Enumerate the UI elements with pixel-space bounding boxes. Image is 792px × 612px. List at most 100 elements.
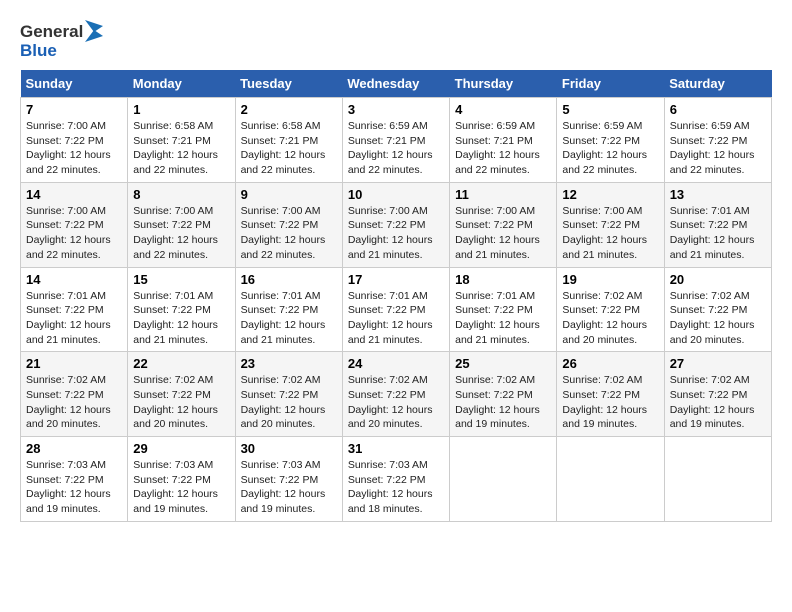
day-number: 31 <box>348 441 444 456</box>
calendar-cell: 14Sunrise: 7:01 AM Sunset: 7:22 PM Dayli… <box>21 267 128 352</box>
logo-bird-icon <box>85 20 103 42</box>
calendar-cell: 2 Sunrise: 6:58 AM Sunset: 7:21 PM Daylig… <box>235 98 342 183</box>
day-info: Sunrise: 7:01 AM Sunset: 7:22 PM Dayligh… <box>455 289 551 348</box>
calendar-cell: 18 Sunrise: 7:01 AM Sunset: 7:22 PM Dayli… <box>450 267 557 352</box>
calendar-cell: 12Sunrise: 7:00 AM Sunset: 7:22 PM Dayli… <box>557 182 664 267</box>
calendar-table: SundayMondayTuesdayWednesdayThursdayFrid… <box>20 70 772 522</box>
day-number: 27 <box>670 356 766 371</box>
calendar-cell: 26Sunrise: 7:02 AM Sunset: 7:22 PM Dayli… <box>557 352 664 437</box>
day-info: Sunrise: 7:03 AM Sunset: 7:22 PM Dayligh… <box>26 458 122 517</box>
day-info: Sunrise: 7:03 AM Sunset: 7:22 PM Dayligh… <box>241 458 337 517</box>
calendar-cell: 28Sunrise: 7:03 AM Sunset: 7:22 PM Dayli… <box>21 437 128 522</box>
calendar-cell: 19 Sunrise: 7:02 AM Sunset: 7:22 PM Dayli… <box>557 267 664 352</box>
day-info: Sunrise: 7:02 AM Sunset: 7:22 PM Dayligh… <box>241 373 337 432</box>
day-number: 11 <box>455 187 551 202</box>
day-number: 16 <box>241 272 337 287</box>
day-number: 14 <box>26 272 122 287</box>
calendar-cell: 22 Sunrise: 7:02 AM Sunset: 7:22 PM Dayli… <box>128 352 235 437</box>
day-number: 21 <box>26 356 122 371</box>
day-number: 7 <box>26 102 122 117</box>
day-number: 1 <box>133 102 229 117</box>
header-friday: Friday <box>557 70 664 98</box>
calendar-cell: 5 Sunrise: 6:59 AM Sunset: 7:22 PM Daylig… <box>557 98 664 183</box>
calendar-week-row: 21 Sunrise: 7:02 AM Sunset: 7:22 PM Dayli… <box>21 352 772 437</box>
logo-wordmark: General Blue <box>20 20 103 60</box>
calendar-cell: 17Sunrise: 7:01 AM Sunset: 7:22 PM Dayli… <box>342 267 449 352</box>
day-info: Sunrise: 7:01 AM Sunset: 7:22 PM Dayligh… <box>348 289 444 348</box>
calendar-cell: 25 Sunrise: 7:02 AM Sunset: 7:22 PM Dayli… <box>450 352 557 437</box>
day-number: 4 <box>455 102 551 117</box>
day-info: Sunrise: 7:00 AM Sunset: 7:22 PM Dayligh… <box>562 204 658 263</box>
calendar-cell: 20Sunrise: 7:02 AM Sunset: 7:22 PM Dayli… <box>664 267 771 352</box>
calendar-cell: 8 Sunrise: 7:00 AM Sunset: 7:22 PM Daylig… <box>128 182 235 267</box>
day-info: Sunrise: 6:59 AM Sunset: 7:21 PM Dayligh… <box>348 119 444 178</box>
calendar-week-row: 28Sunrise: 7:03 AM Sunset: 7:22 PM Dayli… <box>21 437 772 522</box>
calendar-week-row: 7 Sunrise: 7:00 AM Sunset: 7:22 PM Daylig… <box>21 98 772 183</box>
calendar-cell: 27 Sunrise: 7:02 AM Sunset: 7:22 PM Dayli… <box>664 352 771 437</box>
calendar-cell: 6 Sunrise: 6:59 AM Sunset: 7:22 PM Daylig… <box>664 98 771 183</box>
day-info: Sunrise: 7:01 AM Sunset: 7:22 PM Dayligh… <box>670 204 766 263</box>
calendar-cell <box>664 437 771 522</box>
day-number: 13 <box>670 187 766 202</box>
day-info: Sunrise: 7:03 AM Sunset: 7:22 PM Dayligh… <box>133 458 229 517</box>
day-info: Sunrise: 7:01 AM Sunset: 7:22 PM Dayligh… <box>133 289 229 348</box>
calendar-cell: 21 Sunrise: 7:02 AM Sunset: 7:22 PM Dayli… <box>21 352 128 437</box>
calendar-cell: 7 Sunrise: 7:00 AM Sunset: 7:22 PM Daylig… <box>21 98 128 183</box>
calendar-cell: 4Sunrise: 6:59 AM Sunset: 7:21 PM Daylig… <box>450 98 557 183</box>
calendar-cell: 29 Sunrise: 7:03 AM Sunset: 7:22 PM Dayli… <box>128 437 235 522</box>
header-saturday: Saturday <box>664 70 771 98</box>
day-number: 9 <box>241 187 337 202</box>
calendar-week-row: 14 Sunrise: 7:00 AM Sunset: 7:22 PM Dayli… <box>21 182 772 267</box>
calendar-week-row: 14 Sunrise: 7:01 AM Sunset: 7:22 PM Dayli… <box>21 267 772 352</box>
header-sunday: Sunday <box>21 70 128 98</box>
day-number: 8 <box>133 187 229 202</box>
day-info: Sunrise: 7:02 AM Sunset: 7:22 PM Dayligh… <box>562 289 658 348</box>
logo: General Blue <box>20 20 103 60</box>
calendar-cell: 15 Sunrise: 7:01 AM Sunset: 7:22 PM Dayli… <box>128 267 235 352</box>
day-info: Sunrise: 7:02 AM Sunset: 7:22 PM Dayligh… <box>670 373 766 432</box>
day-info: Sunrise: 7:02 AM Sunset: 7:22 PM Dayligh… <box>348 373 444 432</box>
day-info: Sunrise: 7:02 AM Sunset: 7:22 PM Dayligh… <box>133 373 229 432</box>
day-number: 2 <box>241 102 337 117</box>
day-info: Sunrise: 7:02 AM Sunset: 7:22 PM Dayligh… <box>670 289 766 348</box>
day-info: Sunrise: 7:00 AM Sunset: 7:22 PM Dayligh… <box>133 204 229 263</box>
day-info: Sunrise: 6:59 AM Sunset: 7:22 PM Dayligh… <box>562 119 658 178</box>
day-number: 29 <box>133 441 229 456</box>
calendar-header-row: SundayMondayTuesdayWednesdayThursdayFrid… <box>21 70 772 98</box>
calendar-cell: 11Sunrise: 7:00 AM Sunset: 7:22 PM Dayli… <box>450 182 557 267</box>
day-info: Sunrise: 7:00 AM Sunset: 7:22 PM Dayligh… <box>26 119 122 178</box>
day-number: 26 <box>562 356 658 371</box>
day-number: 18 <box>455 272 551 287</box>
calendar-cell: 16 Sunrise: 7:01 AM Sunset: 7:22 PM Dayli… <box>235 267 342 352</box>
day-number: 25 <box>455 356 551 371</box>
calendar-cell <box>557 437 664 522</box>
day-info: Sunrise: 7:00 AM Sunset: 7:22 PM Dayligh… <box>241 204 337 263</box>
day-number: 24 <box>348 356 444 371</box>
calendar-cell: 3 Sunrise: 6:59 AM Sunset: 7:21 PM Daylig… <box>342 98 449 183</box>
day-number: 19 <box>562 272 658 287</box>
calendar-cell: 31Sunrise: 7:03 AM Sunset: 7:22 PM Dayli… <box>342 437 449 522</box>
logo-general: General <box>20 23 83 40</box>
day-number: 22 <box>133 356 229 371</box>
day-info: Sunrise: 7:01 AM Sunset: 7:22 PM Dayligh… <box>241 289 337 348</box>
day-info: Sunrise: 6:59 AM Sunset: 7:22 PM Dayligh… <box>670 119 766 178</box>
day-number: 14 <box>26 187 122 202</box>
day-number: 5 <box>562 102 658 117</box>
calendar-cell: 10Sunrise: 7:00 AM Sunset: 7:22 PM Dayli… <box>342 182 449 267</box>
day-number: 15 <box>133 272 229 287</box>
day-info: Sunrise: 7:02 AM Sunset: 7:22 PM Dayligh… <box>455 373 551 432</box>
calendar-cell: 24 Sunrise: 7:02 AM Sunset: 7:22 PM Dayli… <box>342 352 449 437</box>
day-info: Sunrise: 6:58 AM Sunset: 7:21 PM Dayligh… <box>133 119 229 178</box>
day-info: Sunrise: 7:00 AM Sunset: 7:22 PM Dayligh… <box>26 204 122 263</box>
day-number: 3 <box>348 102 444 117</box>
day-number: 23 <box>241 356 337 371</box>
day-number: 6 <box>670 102 766 117</box>
header-thursday: Thursday <box>450 70 557 98</box>
day-info: Sunrise: 7:02 AM Sunset: 7:22 PM Dayligh… <box>26 373 122 432</box>
page-header: General Blue <box>20 20 772 60</box>
header-monday: Monday <box>128 70 235 98</box>
logo-blue: Blue <box>20 41 57 60</box>
calendar-cell: 14 Sunrise: 7:00 AM Sunset: 7:22 PM Dayli… <box>21 182 128 267</box>
day-info: Sunrise: 6:58 AM Sunset: 7:21 PM Dayligh… <box>241 119 337 178</box>
calendar-cell: 9 Sunrise: 7:00 AM Sunset: 7:22 PM Daylig… <box>235 182 342 267</box>
